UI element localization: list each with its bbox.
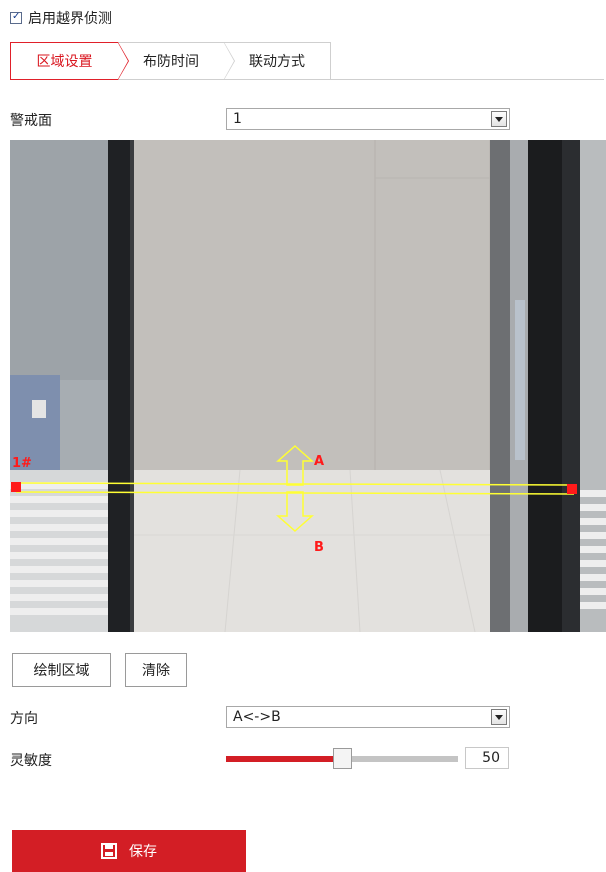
line-endpoint-right[interactable] bbox=[567, 484, 577, 494]
tab-label: 联动方式 bbox=[249, 54, 305, 70]
sensitivity-slider-thumb[interactable] bbox=[333, 748, 352, 769]
warning-plane-label: 警戒面 bbox=[10, 113, 52, 129]
sensitivity-label: 灵敏度 bbox=[10, 753, 52, 769]
enable-line-crossing[interactable]: ✓ 启用越界侦测 bbox=[10, 8, 112, 28]
direction-value: A<->B bbox=[233, 709, 281, 725]
warning-plane-value: 1 bbox=[233, 111, 242, 127]
tab-bar: 区域设置 布防时间 联动方式 bbox=[10, 42, 331, 80]
enable-checkbox[interactable]: ✓ bbox=[10, 11, 22, 24]
clear-button[interactable]: 清除 bbox=[125, 653, 187, 687]
chevron-down-icon bbox=[491, 709, 507, 725]
tab-linkage-method[interactable]: 联动方式 bbox=[224, 42, 331, 80]
tab-label: 布防时间 bbox=[143, 54, 199, 70]
line-endpoint-left[interactable] bbox=[11, 482, 21, 492]
tab-divider bbox=[331, 79, 604, 80]
draw-area-button[interactable]: 绘制区域 bbox=[12, 653, 111, 687]
line-id-label: 1# bbox=[12, 456, 32, 471]
tab-area-settings[interactable]: 区域设置 bbox=[10, 42, 129, 80]
check-icon: ✓ bbox=[12, 11, 21, 22]
tab-arming-schedule[interactable]: 布防时间 bbox=[118, 42, 235, 80]
blinds-right bbox=[580, 490, 606, 609]
save-button[interactable]: 保存 bbox=[12, 830, 246, 872]
sensitivity-slider-fill bbox=[226, 756, 337, 762]
save-label: 保存 bbox=[129, 844, 157, 860]
chevron-down-icon bbox=[491, 111, 507, 127]
video-preview[interactable]: 1# A B bbox=[10, 140, 606, 632]
sensitivity-input[interactable]: 50 bbox=[465, 747, 509, 769]
direction-label: 方向 bbox=[10, 711, 38, 727]
tab-label: 区域设置 bbox=[36, 54, 93, 70]
warning-plane-select[interactable]: 1 bbox=[226, 108, 510, 130]
direction-select[interactable]: A<->B bbox=[226, 706, 510, 728]
save-icon bbox=[101, 843, 117, 859]
side-b-label: B bbox=[314, 540, 324, 555]
camera-scene: 1# A B bbox=[10, 140, 606, 632]
side-a-label: A bbox=[314, 454, 324, 469]
enable-label: 启用越界侦测 bbox=[28, 11, 112, 27]
